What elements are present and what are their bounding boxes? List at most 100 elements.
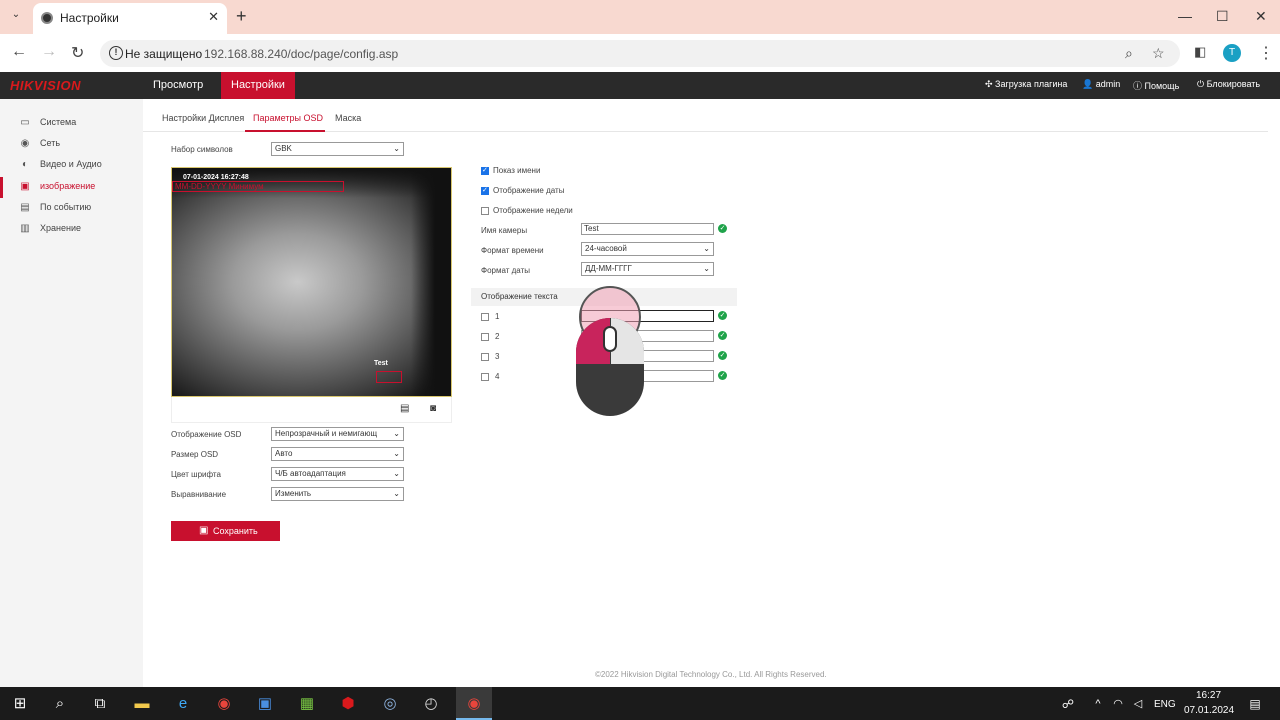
text-overlay-checkbox-3[interactable]: [481, 353, 489, 361]
minimize-icon[interactable]: —: [1178, 8, 1192, 24]
bookmark-star-icon[interactable]: ☆: [1152, 45, 1165, 62]
nav-live-view[interactable]: Просмотр: [143, 72, 213, 99]
warning-icon[interactable]: !: [109, 46, 123, 60]
window-close-icon[interactable]: ✕: [1255, 8, 1267, 25]
tab-display-settings[interactable]: Настройки Дисплея: [162, 113, 244, 123]
video-audio-icon: ◐: [21, 159, 29, 170]
task-view-icon[interactable]: ⧉: [90, 694, 110, 714]
new-tab-icon[interactable]: +: [236, 6, 247, 27]
app-icon-5[interactable]: ◴: [421, 694, 441, 714]
osd-size-select[interactable]: Авто ⌄: [271, 447, 404, 461]
back-icon[interactable]: ←: [11, 43, 27, 61]
clock-date[interactable]: 07.01.2024: [1184, 705, 1234, 716]
forward-icon[interactable]: →: [41, 43, 57, 61]
tab-close-icon[interactable]: ✕: [208, 9, 219, 25]
logout-link[interactable]: ⏻ Блокировать: [1197, 79, 1260, 90]
text-overlay-checkbox-2[interactable]: [481, 333, 489, 341]
sidebar-item-image[interactable]: ▣ изображение: [0, 177, 143, 198]
font-color-select[interactable]: Ч/Б автоадаптация ⌄: [271, 467, 404, 481]
osd-size-label: Размер OSD: [171, 450, 219, 459]
security-label[interactable]: Не защищено: [125, 47, 202, 61]
app-icon-3[interactable]: ⬢: [338, 694, 358, 714]
language-indicator[interactable]: ENG: [1154, 699, 1176, 710]
sidebar-item-storage[interactable]: ▥ Хранение: [0, 219, 143, 240]
user-link[interactable]: 👤 admin: [1082, 79, 1120, 90]
edge-icon[interactable]: e: [173, 694, 193, 714]
chevron-down-icon: ⌄: [703, 244, 710, 253]
sidebar-item-event[interactable]: ▤ По событию: [0, 198, 143, 219]
sidebar-item-video-audio[interactable]: ◐ Видео и Аудио: [0, 155, 143, 176]
tab-privacy-mask[interactable]: Маска: [335, 113, 361, 123]
save-button[interactable]: ▣ Сохранить: [171, 521, 280, 541]
font-color-label: Цвет шрифта: [171, 470, 221, 479]
tab-title: Настройки: [60, 11, 119, 25]
maximize-icon[interactable]: ☐: [1216, 8, 1229, 25]
chrome-icon[interactable]: ◉: [214, 694, 234, 714]
windows-start-icon[interactable]: ⊞: [10, 694, 30, 714]
time-format-label: Формат времени: [481, 246, 544, 255]
camera-name-input[interactable]: Test: [581, 223, 714, 235]
profile-avatar[interactable]: T: [1223, 44, 1241, 62]
charset-select[interactable]: GBK ⌄: [271, 142, 404, 156]
sidebar-item-system[interactable]: ▭ Система: [0, 113, 143, 134]
time-format-value: 24-часовой: [585, 244, 627, 253]
help-link[interactable]: ⓘ Помощь: [1133, 79, 1179, 92]
sidebar-item-label: изображение: [40, 181, 96, 191]
video-preview[interactable]: 07-01-2024 16:27:48 ММ-DD-YYYY Минимум T…: [171, 167, 452, 397]
osd-mode-select[interactable]: Непрозрачный и немигающ ⌄: [271, 427, 404, 441]
time-format-select[interactable]: 24-часовой ⌄: [581, 242, 714, 256]
volume-icon[interactable]: ◁: [1128, 694, 1148, 714]
text-overlay-checkbox-1[interactable]: [481, 313, 489, 321]
date-format-value: ДД-ММ-ГГГГ: [585, 264, 632, 273]
osd-date-overlay: 07-01-2024 16:27:48: [183, 174, 249, 181]
text-overlay-label-1: 1: [495, 312, 500, 321]
video-shade-right: [411, 168, 451, 396]
help-label: Помощь: [1144, 81, 1180, 91]
search-icon[interactable]: ⌕: [50, 694, 70, 714]
sidebar-item-network[interactable]: ◉ Сеть: [0, 134, 143, 155]
wifi-icon[interactable]: ◠: [1108, 694, 1128, 714]
osd-date-format-box[interactable]: ММ-DD-YYYY Минимум: [172, 181, 344, 192]
alignment-select[interactable]: Изменить ⌄: [271, 487, 404, 501]
zoom-icon[interactable]: ⌕: [1125, 45, 1133, 62]
app-icon-1[interactable]: ▣: [255, 694, 275, 714]
app-icon-2[interactable]: ▦: [297, 694, 317, 714]
taskbar-active-app[interactable]: ◉: [456, 687, 492, 720]
notification-icon[interactable]: ▤: [1245, 694, 1265, 714]
text-overlay-title: Отображение текста: [481, 292, 558, 301]
show-week-label: Отображение недели: [493, 206, 573, 215]
show-date-checkbox[interactable]: [481, 186, 489, 195]
clock-time[interactable]: 16:27: [1196, 690, 1221, 701]
reload-icon[interactable]: ↻: [71, 43, 84, 63]
url-text[interactable]: 192.168.88.240/doc/page/config.asp: [204, 47, 398, 61]
date-format-select[interactable]: ДД-ММ-ГГГГ ⌄: [581, 262, 714, 276]
windows-taskbar: ⊞ ⌕ ⧉ ▬ e ◉ ▣ ▦ ⬢ ◎ ◴ ◉ ☍ ^ ◠ ◁ ENG 16:2…: [0, 687, 1280, 720]
osd-camera-name-overlay[interactable]: Test: [374, 360, 388, 367]
mouse-click-overlay-icon: [575, 286, 645, 418]
nav-configuration[interactable]: Настройки: [221, 72, 295, 99]
osd-name-box[interactable]: [376, 371, 402, 383]
file-explorer-icon[interactable]: ▬: [132, 694, 152, 714]
tab-osd-settings[interactable]: Параметры OSD: [253, 113, 323, 123]
image-icon: ▣: [20, 181, 30, 192]
plugin-download-link[interactable]: ✣ Загрузка плагина: [985, 79, 1067, 90]
omnibox[interactable]: ! Не защищено 192.168.88.240/doc/page/co…: [100, 40, 1180, 67]
chevron-up-icon[interactable]: ^: [1088, 694, 1108, 714]
side-panel-icon[interactable]: ◧: [1194, 44, 1206, 60]
video-toolbar: ▤ ◙: [171, 397, 452, 423]
snapshot-camera-icon[interactable]: ◙: [430, 403, 436, 414]
tab-search-icon[interactable]: ⌄: [8, 9, 24, 25]
chevron-down-icon: ⌄: [393, 469, 400, 478]
sidebar-item-label: Система: [40, 117, 77, 127]
text-overlay-label-2: 2: [495, 332, 500, 341]
browser-tab[interactable]: Настройки ✕: [33, 3, 227, 34]
browser-menu-icon[interactable]: ⋮: [1258, 43, 1274, 63]
app-icon-4[interactable]: ◎: [380, 694, 400, 714]
show-week-checkbox[interactable]: [481, 207, 489, 215]
text-overlay-checkbox-4[interactable]: [481, 373, 489, 381]
chrome-icon: ◉: [467, 695, 481, 712]
people-icon[interactable]: ☍: [1058, 694, 1078, 714]
calendar-icon: ▤: [20, 202, 30, 213]
record-icon[interactable]: ▤: [400, 403, 409, 414]
show-name-checkbox[interactable]: [481, 166, 489, 175]
